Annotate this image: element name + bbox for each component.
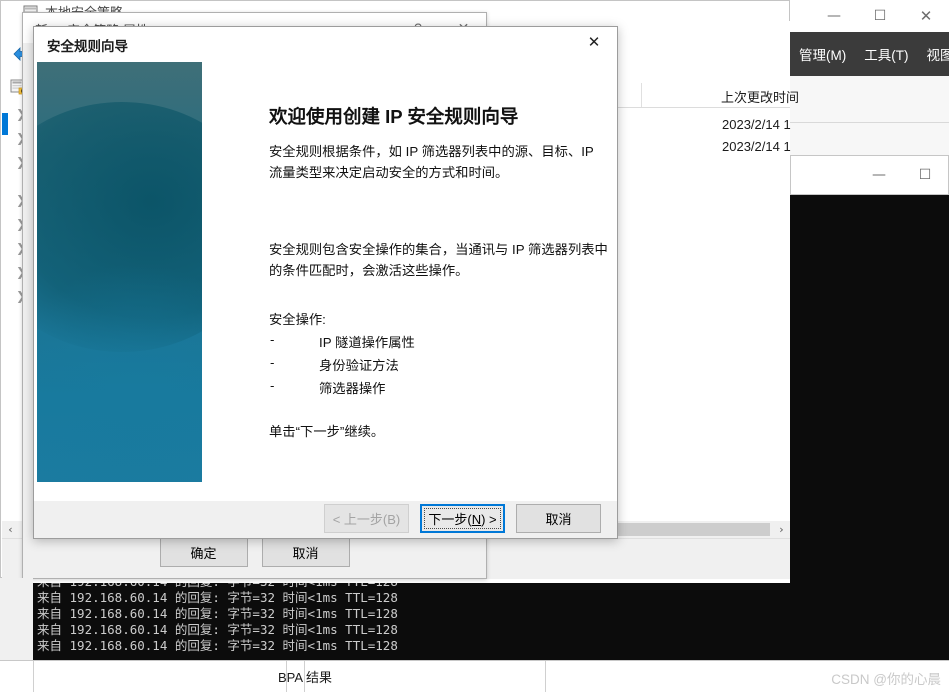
cancel-button[interactable]: 取消 <box>262 537 350 567</box>
scrollbar-thumb[interactable] <box>602 523 770 536</box>
wizard-footer-buttons: < 上一步(B) 下一步(N) > 取消 <box>324 504 601 533</box>
cancel-button[interactable]: 取消 <box>516 504 601 533</box>
next-button[interactable]: 下一步(N) > <box>420 504 505 533</box>
terminal-right-body[interactable] <box>790 195 949 660</box>
wizard-paragraph-1: 安全规则根据条件，如 IP 筛选器列表中的源、目标、IP 流量类型来决定启动安全… <box>269 141 609 183</box>
menu-item-view[interactable]: 视图(V) <box>918 44 949 64</box>
terminal-line: 来自 192.168.60.14 的回复: 字节=32 时间<1ms TTL=1… <box>37 606 398 622</box>
wizard-paragraph-2: 安全规则包含安全操作的集合，当通讯与 IP 筛选器列表中的条件匹配时，会激活这些… <box>269 239 609 281</box>
list-cell-modified: 2023/2/14 1 <box>722 139 791 154</box>
terminal-line: 来自 192.168.60.14 的回复: 字节=32 时间<1ms TTL=1… <box>37 638 398 654</box>
next-button-label: 下一步(N) > <box>428 509 496 528</box>
minimize-icon[interactable]: — <box>811 1 857 31</box>
bullet-dash: - <box>270 378 274 393</box>
scroll-left-icon[interactable]: ‹ <box>2 521 19 538</box>
wizard-action-item: 筛选器操作 <box>319 378 385 397</box>
server-manager-menubar: 管理(M) 工具(T) 视图(V) <box>790 32 949 76</box>
wizard-titlebar: 安全规则向导 ✕ <box>34 27 617 59</box>
bullet-dash: - <box>270 355 274 370</box>
terminal-window-controls: — ☐ <box>856 156 948 194</box>
wizard-action-item: 身份验证方法 <box>319 355 399 374</box>
security-rule-wizard-dialog: 安全规则向导 ✕ 欢迎使用创建 IP 安全规则向导 安全规则根据条件，如 IP … <box>33 26 618 539</box>
terminal-line: 来自 192.168.60.14 的回复: 字节=32 时间<1ms TTL=1… <box>37 622 398 638</box>
close-icon[interactable]: ✕ <box>903 1 949 31</box>
menu-item-tools[interactable]: 工具(T) <box>855 44 917 64</box>
maximize-icon[interactable]: ☐ <box>902 160 948 190</box>
terminal-line: 来自 192.168.60.14 的回复: 字节=32 时间<1ms TTL=1… <box>37 590 398 606</box>
scroll-right-icon[interactable]: › <box>773 521 790 538</box>
wizard-footer-note: 单击“下一步”继续。 <box>269 421 609 442</box>
back-button: < 上一步(B) <box>324 504 409 533</box>
bpa-results-strip: BPA 结果 CSDN @你的心晨 <box>0 660 949 692</box>
wizard-banner-image <box>37 62 202 482</box>
terminal-right-titlebar: — ☐ <box>790 155 949 195</box>
list-cell-modified: 2023/2/14 1 <box>722 117 791 132</box>
terminal-output[interactable]: 来自 192.168.60.14 的回复: 字节=32 时间<1ms TTL=1… <box>33 583 790 660</box>
bullet-dash: - <box>270 332 274 347</box>
column-header-last-modified[interactable]: 上次更改时间 <box>721 87 799 106</box>
menu-item-manage[interactable]: 管理(M) <box>790 44 855 64</box>
tree-selection-indicator <box>2 113 8 135</box>
bpa-results-label: BPA 结果 <box>278 667 332 686</box>
properties-dialog-buttons: 确定 取消 <box>23 537 486 579</box>
wizard-action-item: IP 隧道操作属性 <box>319 332 415 351</box>
wizard-footer: < 上一步(B) 下一步(N) > 取消 <box>34 501 617 538</box>
maximize-icon[interactable]: ☐ <box>857 1 903 31</box>
wizard-page: 欢迎使用创建 IP 安全规则向导 安全规则根据条件，如 IP 筛选器列表中的源、… <box>34 59 617 502</box>
wizard-actions-title: 安全操作: <box>269 309 609 330</box>
ok-button[interactable]: 确定 <box>160 537 248 567</box>
wizard-title: 安全规则向导 <box>47 35 128 55</box>
wizard-heading: 欢迎使用创建 IP 安全规则向导 <box>269 103 518 129</box>
minimize-icon[interactable]: — <box>856 160 902 190</box>
server-manager-window-controls: — ☐ ✕ <box>811 0 949 32</box>
terminal-line: 来自 192.168.60.14 的回复: 字节=32 时间<1ms TTL=1… <box>37 583 398 590</box>
watermark-text: CSDN @你的心晨 <box>831 668 941 688</box>
close-icon[interactable]: ✕ <box>571 27 617 58</box>
